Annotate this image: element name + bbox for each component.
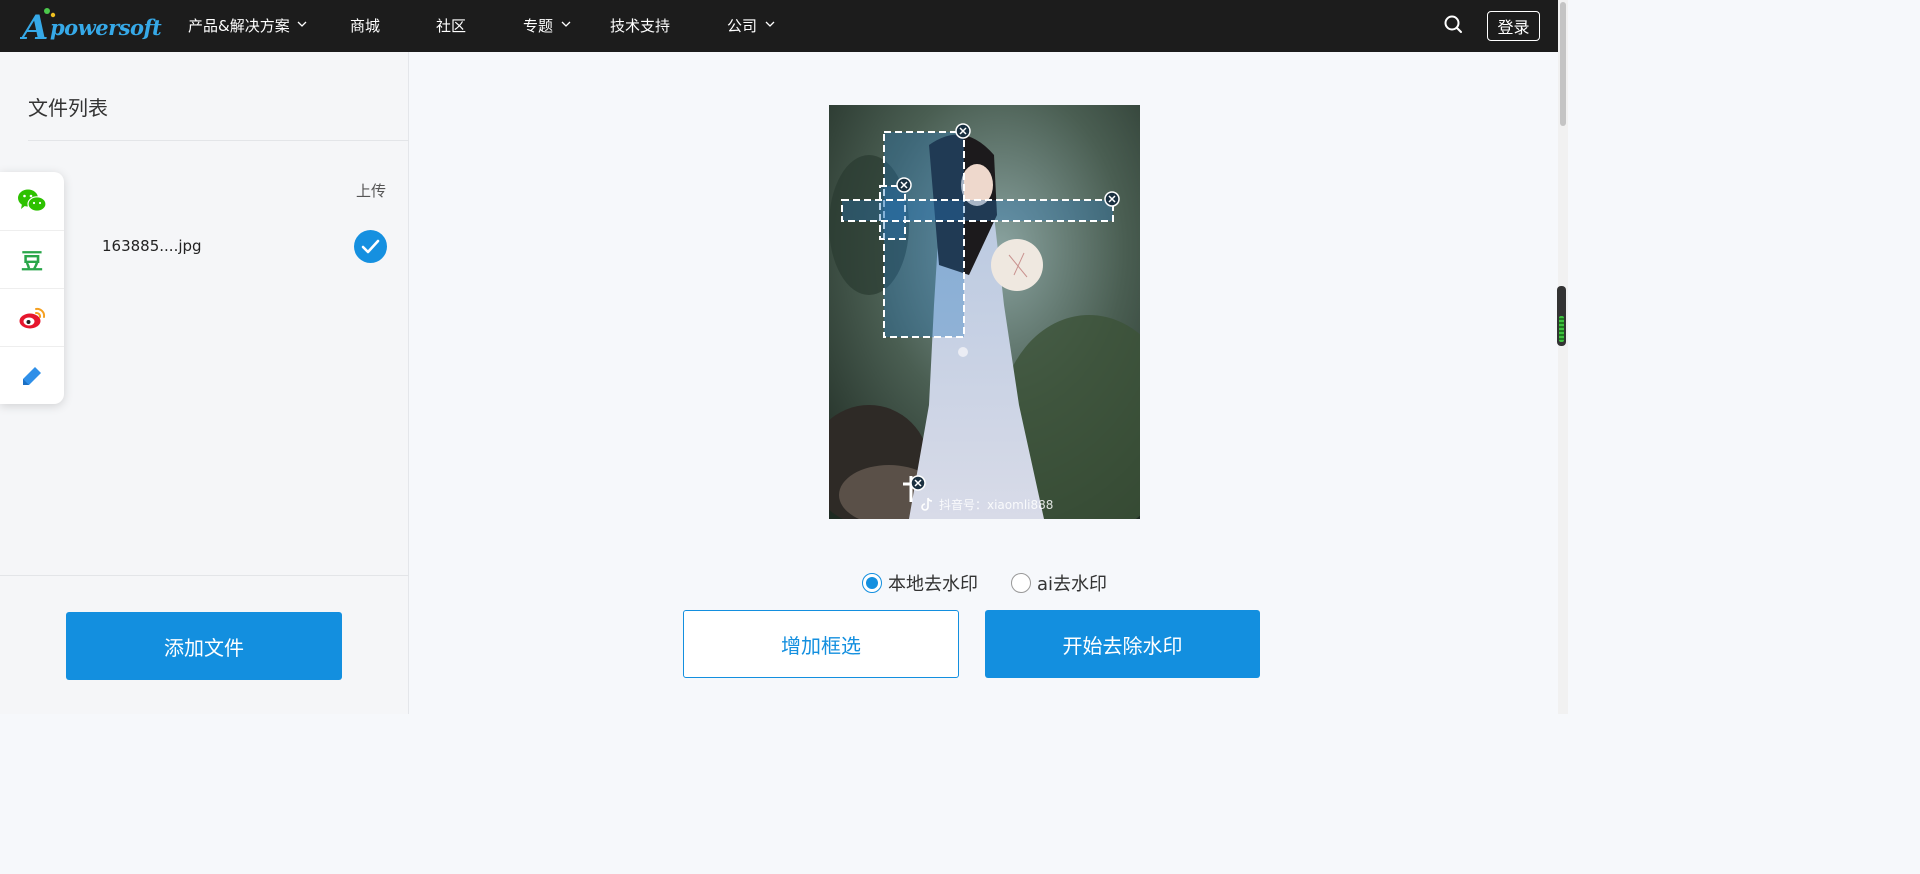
- nav-item-support[interactable]: 技术支持: [610, 17, 670, 35]
- nav-label: 专题: [523, 17, 554, 35]
- nav-item-community[interactable]: 社区: [436, 17, 466, 35]
- nav-item-store[interactable]: 商城: [350, 17, 380, 35]
- nav-label: 商城: [350, 17, 381, 35]
- douban-icon: 豆: [20, 249, 43, 275]
- file-name[interactable]: 163885....jpg: [102, 237, 202, 255]
- radio-unselected-icon: [1011, 573, 1031, 593]
- upload-column-header: 上传: [356, 182, 387, 200]
- mode-label: 本地去水印: [888, 574, 978, 595]
- share-weibo[interactable]: [0, 288, 64, 346]
- apowersoft-logo[interactable]: A powersoft: [20, 6, 162, 46]
- share-edit[interactable]: [0, 346, 64, 404]
- login-button[interactable]: 登录: [1487, 11, 1540, 41]
- chevron-down-icon: [765, 21, 775, 27]
- nav-item-products[interactable]: 产品&解决方案: [188, 17, 307, 35]
- radio-selected-icon: [862, 573, 882, 593]
- nav-label: 社区: [436, 17, 467, 35]
- upload-complete-check[interactable]: [354, 230, 387, 263]
- nav-item-topics[interactable]: 专题: [523, 17, 571, 35]
- image-preview[interactable]: 抖音号：xiaomli888: [829, 105, 1140, 519]
- add-selection-box-button[interactable]: 增加框选: [683, 610, 959, 678]
- share-panel: 豆: [0, 172, 64, 404]
- nav-label: 技术支持: [610, 17, 671, 35]
- share-wechat[interactable]: [0, 172, 64, 230]
- mode-ai-removal[interactable]: ai去水印: [1011, 570, 1107, 596]
- search-button[interactable]: [1442, 13, 1464, 35]
- nav-label: 产品&解决方案: [188, 17, 290, 35]
- watermark-text: 抖音号：xiaomli888: [939, 498, 1054, 512]
- divider: [0, 575, 409, 576]
- wechat-icon: [18, 189, 47, 212]
- weibo-icon: [19, 307, 46, 328]
- check-icon: [361, 239, 380, 254]
- start-remove-watermark-button[interactable]: 开始去除水印: [985, 610, 1260, 678]
- add-file-button[interactable]: 添加文件: [66, 612, 342, 680]
- scrollbar-thumb[interactable]: [1560, 2, 1566, 126]
- top-navigation-bar: A powersoft 产品&解决方案 商城 社区 专题 技术支持 公司 登录: [0, 0, 1568, 52]
- brand-name: powersoft: [50, 15, 162, 40]
- nav-item-company[interactable]: 公司: [727, 17, 775, 35]
- chevron-down-icon: [561, 21, 571, 27]
- uploaded-photo: [829, 105, 1140, 519]
- svg-text:A: A: [20, 8, 48, 46]
- nav-label: 公司: [727, 17, 758, 35]
- floating-scroll-widget[interactable]: [1557, 286, 1566, 346]
- mode-local-removal[interactable]: 本地去水印: [862, 570, 978, 596]
- chevron-down-icon: [298, 21, 307, 27]
- search-icon: [1444, 15, 1462, 33]
- pen-icon: [23, 366, 41, 385]
- mode-label: ai去水印: [1037, 574, 1108, 595]
- share-douban[interactable]: 豆: [0, 230, 64, 288]
- file-list-title: 文件列表: [28, 96, 108, 120]
- divider: [28, 140, 409, 141]
